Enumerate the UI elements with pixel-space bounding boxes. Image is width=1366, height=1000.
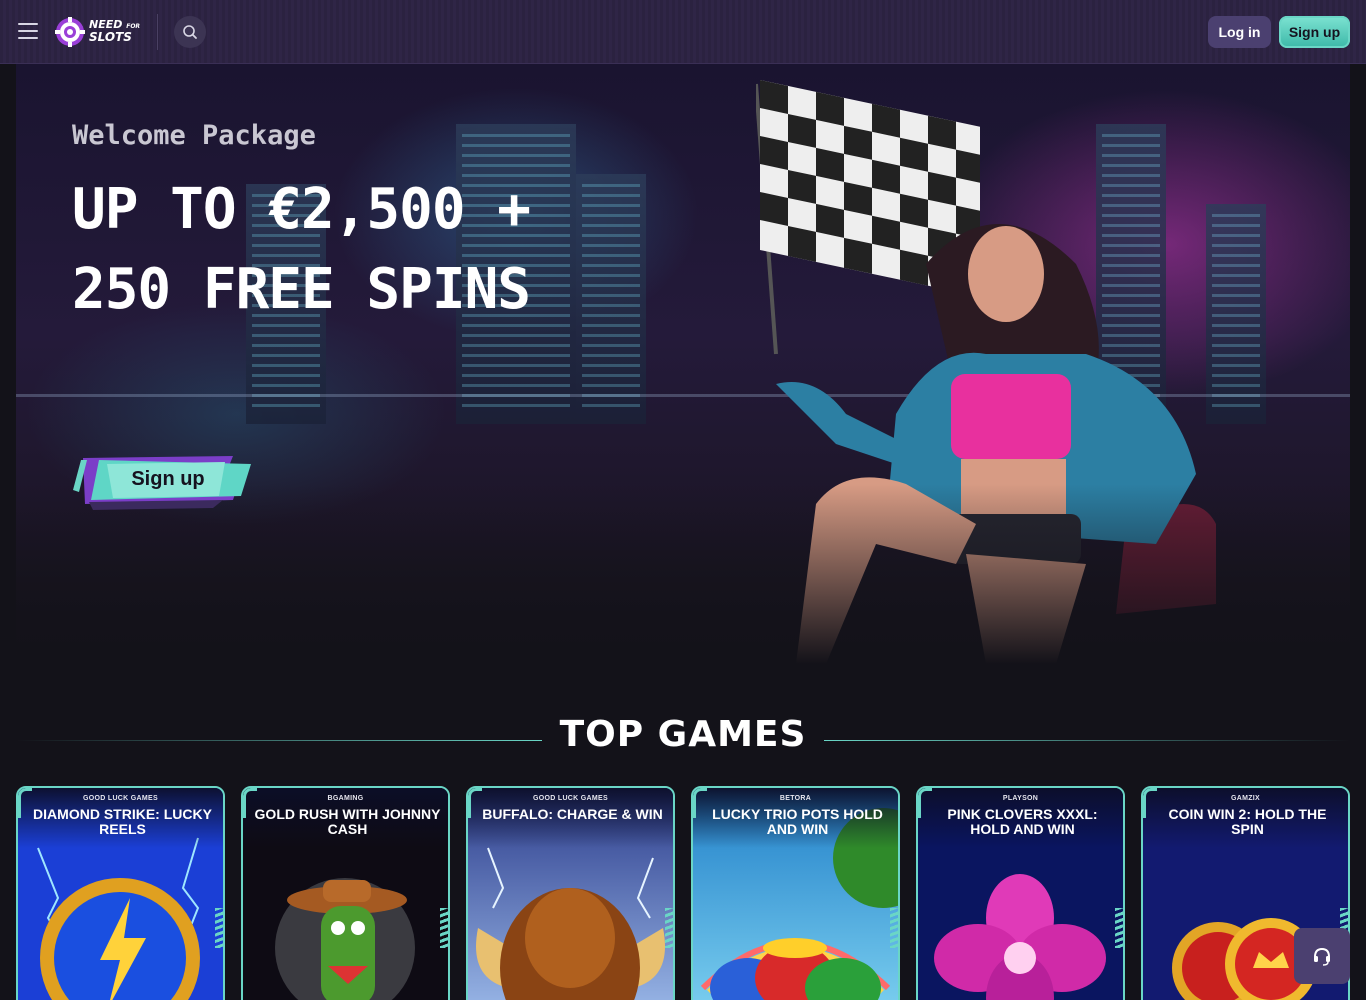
game-title: LUCKY TRIO POTS HOLD AND WIN <box>712 806 883 837</box>
game-title: GOLD RUSH WITH JOHNNY CASH <box>254 806 441 837</box>
game-provider: GOOD LUCK GAMES <box>533 795 608 802</box>
game-provider: BETORA <box>779 795 812 802</box>
game-card[interactable]: GOOD LUCK GAMES BUFFALO: CHARGE & WIN <box>466 786 675 1000</box>
card-stripe-decoration <box>665 908 673 948</box>
search-button[interactable] <box>174 16 206 48</box>
card-stripe-decoration <box>440 908 448 948</box>
card-corner-decoration <box>18 788 32 818</box>
card-corner-decoration <box>693 788 707 818</box>
game-provider: BGAMING <box>327 795 364 802</box>
card-stripe-decoration <box>890 908 898 948</box>
game-card[interactable]: PLAYSON PINK CLOVERS XXXL: HOLD AND WIN <box>916 786 1125 1000</box>
header-signup-button[interactable]: Sign up <box>1279 16 1350 48</box>
game-card[interactable]: BETORA LUCKY TRIO POTS HOLD AND WIN <box>691 786 900 1000</box>
hero-fade <box>16 64 1350 664</box>
card-corner-decoration <box>918 788 932 818</box>
game-title: DIAMOND STRIKE: LUCKY REELS <box>33 806 212 837</box>
hero-signup-button[interactable]: Sign up <box>73 456 253 512</box>
chip-logo-icon <box>55 17 85 47</box>
logo-wordmark: NEED FOR SLOTS <box>89 18 141 44</box>
card-corner-decoration <box>468 788 482 818</box>
top-games-heading: TOP GAMES <box>559 714 807 755</box>
card-stripe-decoration <box>1115 908 1123 948</box>
game-provider: GOOD LUCK GAMES <box>83 795 158 802</box>
game-provider: GAMZIX <box>1230 795 1261 802</box>
top-navigation-bar: NEED FOR SLOTS Log in Sign up <box>0 0 1366 64</box>
hero-subtitle: Welcome Package <box>72 120 316 151</box>
hero-signup-label: Sign up <box>131 467 205 490</box>
headset-icon <box>1314 947 1330 966</box>
hero-title: UP TO €2,500 + 250 FREE SPINS <box>72 177 531 322</box>
site-logo[interactable]: NEED FOR SLOTS <box>55 16 145 48</box>
header-divider <box>157 14 158 50</box>
card-corner-decoration <box>1143 788 1157 818</box>
card-corner-decoration <box>243 788 257 818</box>
game-provider: PLAYSON <box>1002 795 1039 802</box>
hamburger-menu-icon[interactable] <box>18 23 38 41</box>
top-games-row: GOOD LUCK GAMES DIAMOND STRIKE: LUCKY RE… <box>16 786 1350 1000</box>
game-title: COIN WIN 2: HOLD THE SPIN <box>1168 806 1327 837</box>
game-card[interactable]: BGAMING GOLD RUSH WITH JOHNNY CASH <box>241 786 450 1000</box>
search-icon <box>183 25 197 39</box>
login-button[interactable]: Log in <box>1208 16 1271 48</box>
game-title: BUFFALO: CHARGE & WIN <box>482 806 663 822</box>
card-stripe-decoration <box>215 908 223 948</box>
game-card[interactable]: GOOD LUCK GAMES DIAMOND STRIKE: LUCKY RE… <box>16 786 225 1000</box>
hero-banner: Welcome Package UP TO €2,500 + 250 FREE … <box>16 64 1350 664</box>
support-chat-button[interactable] <box>1294 928 1350 984</box>
section-rule-right <box>824 740 1350 741</box>
game-title: PINK CLOVERS XXXL: HOLD AND WIN <box>947 806 1098 837</box>
